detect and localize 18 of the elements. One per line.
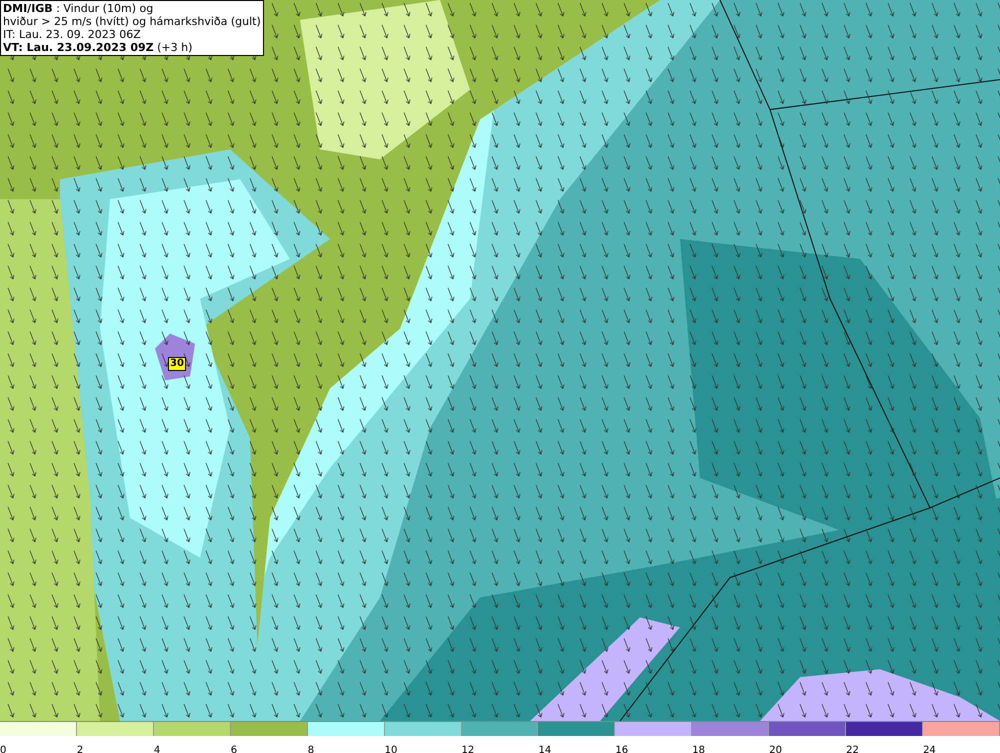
gust-label: 30 — [168, 357, 186, 371]
legend-label: 20 — [769, 745, 782, 753]
legend-label: 2 — [76, 745, 84, 753]
legend-label: 6 — [230, 745, 238, 753]
legend-label: 12 — [462, 745, 474, 753]
legend-label: 4 — [154, 745, 160, 753]
title-line: DMI/IGB : Vindur (10m) og — [3, 2, 154, 15]
legend-label: 14 — [538, 745, 552, 753]
legend-label: 10 — [384, 745, 398, 753]
title-line: VT: Lau. 23.09.2023 09Z (+3 h) — [3, 41, 194, 54]
title-line: hviður > 25 m/s (hvítt) og hámarkshviða (gult) — [3, 15, 261, 28]
legend-label: 8 — [308, 745, 314, 753]
legend-label: 0 — [0, 745, 6, 753]
title-line: IT: Lau. 23. 09. 2023 06Z — [3, 28, 142, 41]
legend-label: 16 — [615, 745, 628, 753]
legend-label: 18 — [692, 745, 706, 753]
legend-label: 22 — [846, 745, 859, 753]
legend-label: 24 — [923, 745, 936, 753]
